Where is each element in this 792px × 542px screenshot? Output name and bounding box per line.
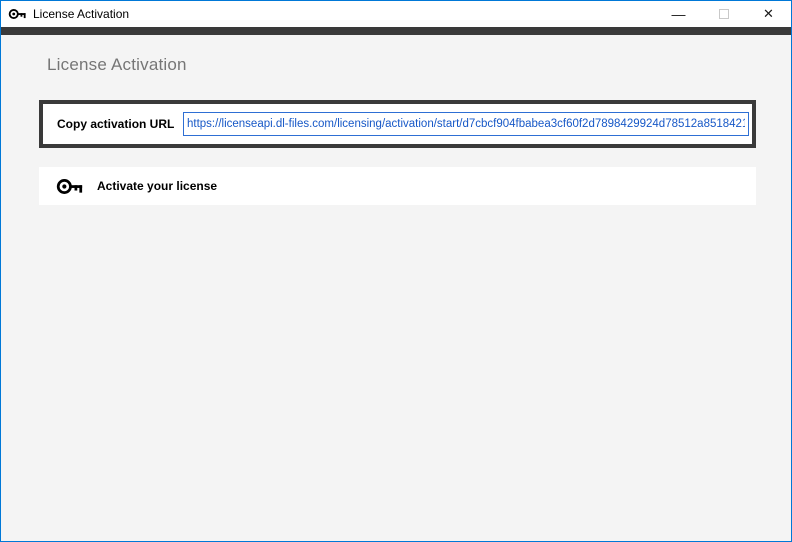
- key-icon: [8, 7, 27, 21]
- page-title: License Activation: [47, 55, 187, 75]
- copy-activation-box: Copy activation URL: [39, 100, 756, 148]
- activate-license-label: Activate your license: [97, 179, 217, 193]
- window-controls: — ✕: [656, 1, 791, 27]
- titlebar-divider: [1, 27, 791, 35]
- license-activation-window: License Activation — ✕ License Activatio…: [0, 0, 792, 542]
- minimize-button[interactable]: —: [656, 1, 701, 27]
- close-button[interactable]: ✕: [746, 1, 791, 27]
- content-area: License Activation Copy activation URL A…: [1, 35, 791, 541]
- maximize-icon: [719, 9, 729, 19]
- key-icon: [56, 176, 84, 197]
- titlebar: License Activation — ✕: [1, 1, 791, 27]
- activate-license-row[interactable]: Activate your license: [39, 167, 756, 205]
- maximize-button: [701, 1, 746, 27]
- copy-activation-url-label: Copy activation URL: [57, 117, 174, 131]
- window-title: License Activation: [33, 7, 129, 21]
- activation-url-input[interactable]: [183, 112, 749, 136]
